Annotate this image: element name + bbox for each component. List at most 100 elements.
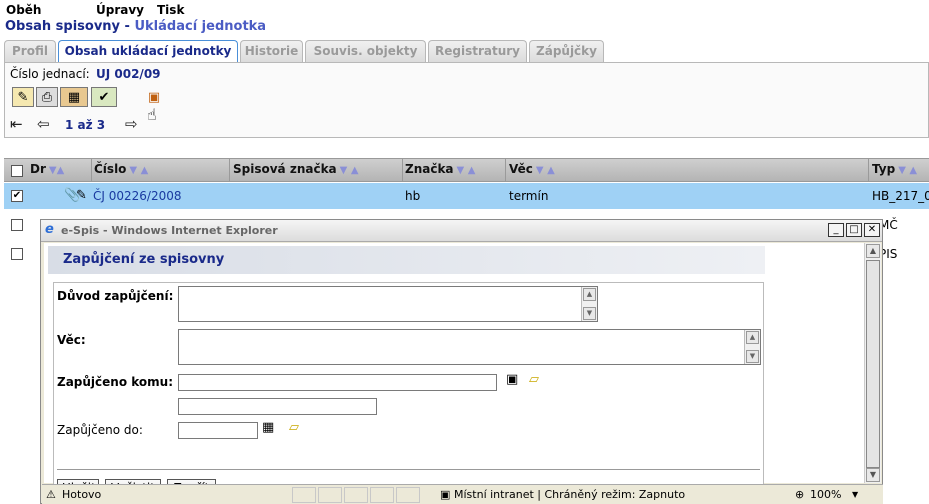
close-window-icon[interactable]: ✕	[864, 223, 880, 237]
row-checkbox[interactable]	[11, 248, 23, 260]
zoom-dropdown-icon[interactable]: ▼	[852, 490, 858, 499]
intranet-icon: ▣	[440, 488, 451, 501]
duvod-scrollbar[interactable]: ▲ ▼	[581, 286, 598, 322]
column-divider[interactable]	[505, 159, 506, 181]
vec-scrollbar[interactable]: ▲ ▼	[744, 329, 761, 365]
ie-logo-icon: e	[45, 222, 54, 237]
column-divider[interactable]	[229, 159, 230, 181]
prev-page-icon[interactable]: ⇦	[37, 115, 50, 133]
table-row[interactable]: ✔ 📎 ✎ ČJ 00226/2008 hb termín HB_217_0	[4, 183, 929, 209]
page-title-main: Obsah spisovny	[5, 19, 121, 34]
header-spisova[interactable]: Spisová značka ▼ ▲	[233, 162, 359, 176]
do-date-input[interactable]	[178, 422, 258, 439]
edit-note-icon[interactable]: ✎	[76, 188, 87, 203]
tab-registratury[interactable]: Registratury	[428, 40, 527, 62]
sort-icon[interactable]: ▼ ▲	[898, 165, 917, 176]
scroll-up-icon[interactable]: ▲	[583, 288, 596, 301]
maximize-icon[interactable]: □	[846, 223, 862, 237]
scroll-track[interactable]: ▲ ▼	[744, 330, 760, 364]
header-znacka[interactable]: Značka ▼ ▲	[405, 162, 475, 176]
row-checkbox[interactable]: ✔	[11, 190, 23, 202]
row-typ: HB_217_0	[872, 189, 929, 203]
komu-input-secondary[interactable]	[178, 398, 377, 415]
menu-item-obeh[interactable]: Oběh	[6, 3, 41, 17]
tab-historie[interactable]: Historie	[240, 40, 303, 62]
eraser-icon[interactable]: ▱	[289, 420, 299, 435]
scroll-up-icon[interactable]: ▲	[866, 244, 880, 258]
column-divider[interactable]	[91, 159, 92, 181]
page-title: Obsah spisovny - Ukládací jednotka	[5, 19, 266, 34]
boxes-icon[interactable]: ▦	[60, 87, 88, 107]
tab-souvis[interactable]: Souvis. objekty	[305, 40, 426, 62]
page-title-separator: -	[120, 19, 135, 34]
komu-input[interactable]	[178, 374, 497, 391]
status-segment	[344, 487, 368, 503]
status-segment	[292, 487, 316, 503]
sort-icon[interactable]: ▼ ▲	[457, 165, 476, 176]
select-all-checkbox[interactable]	[11, 165, 23, 177]
vec-label: Věc:	[57, 333, 86, 347]
column-divider[interactable]	[402, 159, 403, 181]
menu-item-tisk[interactable]: Tisk	[157, 3, 184, 17]
row-checkbox[interactable]	[11, 219, 23, 231]
header-spisova-label: Spisová značka	[233, 162, 337, 176]
row-cislo[interactable]: ČJ 00226/2008	[93, 189, 182, 203]
zone-text: Místní intranet | Chráněný režim: Zapnut…	[454, 488, 686, 501]
duvod-label: Důvod zapůjčení:	[57, 289, 174, 303]
header-vec[interactable]: Věc ▼ ▲	[509, 162, 555, 176]
status-segment	[318, 487, 342, 503]
header-dr[interactable]: Dr ▼▲	[30, 162, 64, 176]
vec-textarea[interactable]	[178, 329, 761, 365]
scroll-thumb[interactable]	[866, 260, 880, 468]
pager-text: 1 až 3	[65, 118, 106, 132]
header-dr-label: Dr	[30, 162, 46, 176]
status-text: Hotovo	[62, 488, 102, 501]
header-znacka-label: Značka	[405, 162, 454, 176]
header-vec-label: Věc	[509, 162, 533, 176]
cislo-label: Číslo jednací:	[10, 67, 90, 81]
sort-icon[interactable]: ▼▲	[49, 165, 64, 176]
header-typ[interactable]: Typ ▼ ▲	[872, 162, 917, 176]
hand-cursor-icon: ☝	[147, 105, 157, 124]
scroll-down-icon[interactable]: ▼	[746, 350, 759, 363]
header-cislo[interactable]: Číslo ▼ ▲	[94, 162, 148, 176]
popup-heading-bar: Zapůjčení ze spisovny	[48, 246, 765, 274]
popup-title: e-Spis - Windows Internet Explorer	[61, 224, 278, 237]
popup-titlebar[interactable]: e e-Spis - Windows Internet Explorer _ □…	[41, 220, 882, 242]
print-icon[interactable]: ⎙	[36, 87, 58, 107]
edit-icon[interactable]: ✎	[12, 87, 34, 107]
menu-item-upravy[interactable]: Úpravy	[96, 3, 144, 17]
scroll-down-icon[interactable]: ▼	[866, 468, 880, 482]
scroll-up-icon[interactable]: ▲	[746, 331, 759, 344]
tab-profil[interactable]: Profil	[4, 40, 56, 62]
zoom-icon: ⊕	[795, 488, 805, 501]
sort-icon[interactable]: ▼ ▲	[129, 165, 148, 176]
popup-scrollbar[interactable]: ▲ ▼	[864, 243, 881, 483]
detail-panel: Číslo jednací: UJ 002/09 ✎ ⎙ ▦ ✔ ▣ ☝ ⇤ ⇦…	[4, 62, 929, 138]
page-title-sub: Ukládací jednotka	[134, 19, 267, 34]
status-segment	[396, 487, 420, 503]
tab-obsah[interactable]: Obsah ukládací jednotky	[58, 40, 238, 63]
eraser-icon[interactable]: ▱	[529, 372, 539, 387]
popup-window: e e-Spis - Windows Internet Explorer _ □…	[40, 219, 883, 504]
tab-zapujcky[interactable]: Zápůjčky	[529, 40, 604, 62]
calendar-icon[interactable]: ▦	[262, 420, 274, 435]
duvod-textarea[interactable]	[178, 286, 598, 322]
menu-bar: Oběh Úpravy Tisk	[0, 0, 929, 18]
zoom-level[interactable]: 100%	[810, 488, 841, 501]
scroll-down-icon[interactable]: ▼	[583, 307, 596, 320]
box-pointer-icon[interactable]: ▣	[143, 87, 165, 107]
loan-form: Důvod zapůjčení: ▲ ▼ Věc: ▲ ▼ Zapůjčeno …	[53, 282, 764, 498]
column-divider[interactable]	[868, 159, 869, 181]
approve-icon[interactable]: ✔	[91, 87, 117, 107]
popup-heading: Zapůjčení ze spisovny	[63, 252, 225, 267]
scroll-track[interactable]: ▲ ▼	[581, 287, 597, 321]
sort-icon[interactable]: ▼ ▲	[536, 165, 555, 176]
row-vec: termín	[509, 189, 549, 203]
first-page-icon[interactable]: ⇤	[10, 115, 23, 133]
warning-icon: ⚠	[46, 488, 56, 501]
next-page-icon[interactable]: ⇨	[125, 115, 138, 133]
minimize-icon[interactable]: _	[828, 223, 844, 237]
address-book-icon[interactable]: ▣	[506, 372, 518, 387]
sort-icon[interactable]: ▼ ▲	[340, 165, 359, 176]
